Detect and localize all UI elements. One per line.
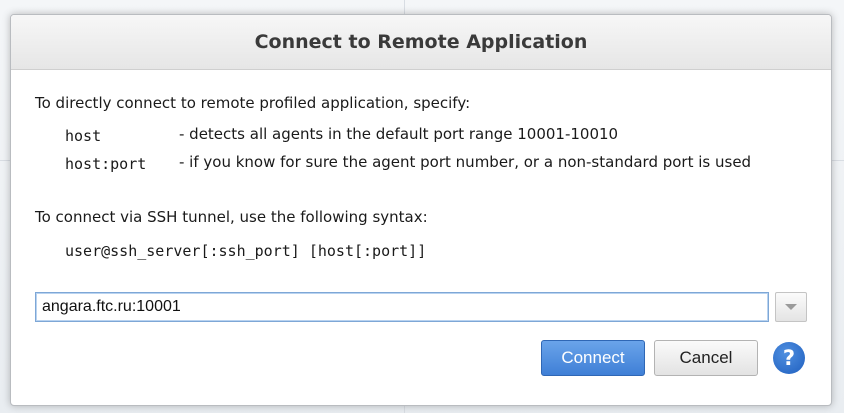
address-input[interactable] [35,292,769,322]
chevron-down-icon [785,304,797,310]
address-combobox [35,292,807,324]
ssh-syntax: user@ssh_server[:ssh_port] [host[:port]] [65,242,427,260]
help-icon[interactable]: ? [773,342,805,374]
option-hostport-syntax: host:port [65,155,147,173]
option-hostport-description: - if you know for sure the agent port nu… [179,153,752,171]
connect-dialog: Connect to Remote Application To directl… [10,14,832,406]
address-dropdown-button[interactable] [775,292,807,322]
connect-button[interactable]: Connect [541,340,645,376]
cancel-button[interactable]: Cancel [654,340,758,376]
direct-connect-intro: To directly connect to remote profiled a… [35,94,471,112]
option-host-syntax: host [65,127,102,145]
dialog-titlebar: Connect to Remote Application [11,15,831,70]
option-host-description: - detects all agents in the default port… [179,125,619,143]
dialog-title: Connect to Remote Application [254,31,588,53]
ssh-intro: To connect via SSH tunnel, use the follo… [35,208,428,226]
